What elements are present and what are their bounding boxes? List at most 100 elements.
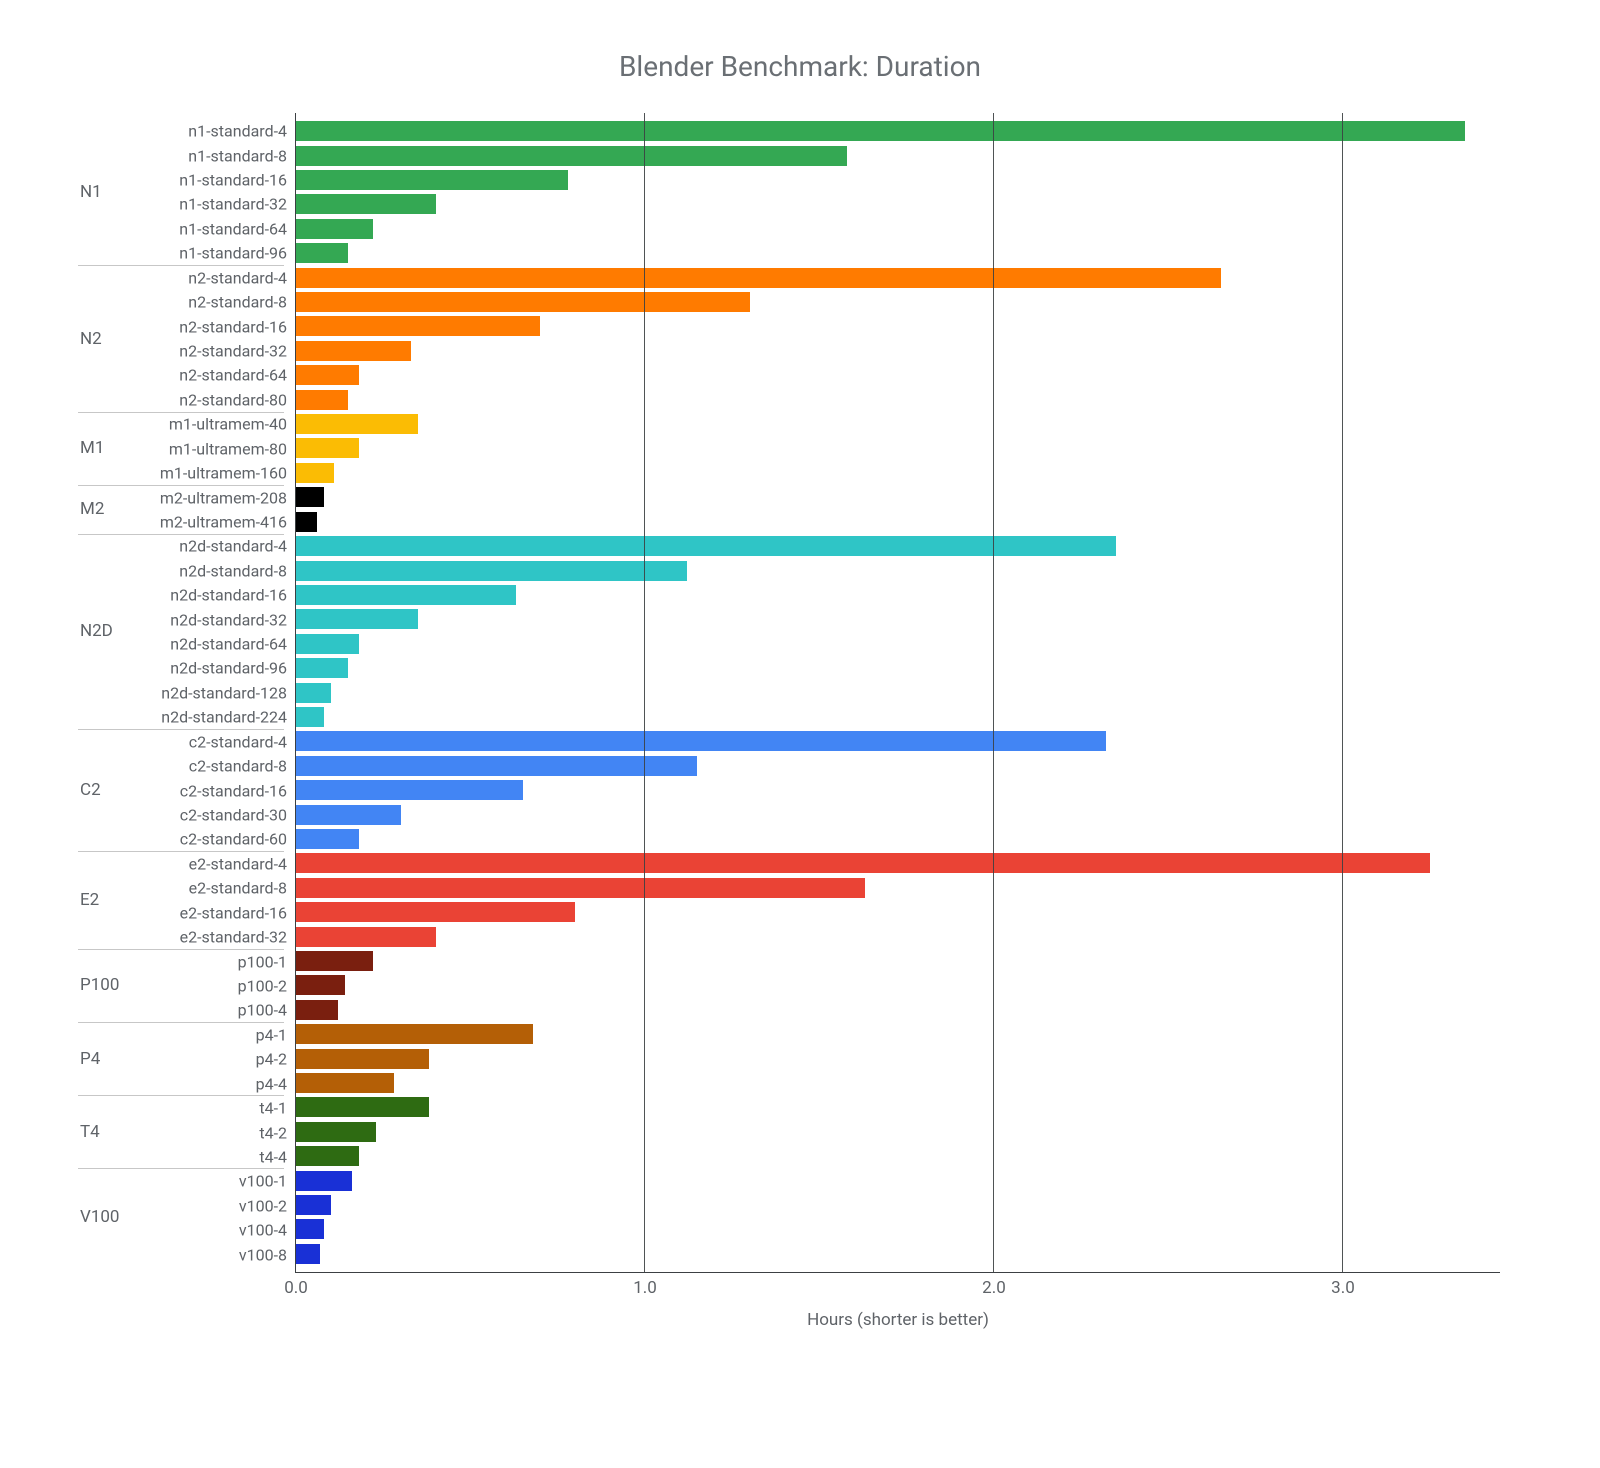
y-tick-label: m1-ultramem-80: [169, 439, 287, 458]
bar-row: [296, 998, 1500, 1022]
y-label-row: n2-standard-80: [60, 388, 295, 412]
y-label-row: p100-1: [60, 949, 295, 973]
bar: [296, 731, 1106, 751]
bar-row: [296, 1022, 1500, 1046]
y-label-row: v100-2: [60, 1194, 295, 1218]
bar-row: [296, 1120, 1500, 1144]
bar-row: [296, 1168, 1500, 1192]
bar-row: [296, 485, 1500, 509]
bar: [296, 390, 348, 410]
bar-row: [296, 1242, 1500, 1266]
y-label-row: c2-standard-16: [60, 778, 295, 802]
bar-row: [296, 534, 1500, 558]
bar: [296, 1244, 320, 1264]
bar-row: [296, 265, 1500, 289]
y-tick-label: n2d-standard-32: [170, 610, 287, 629]
bar: [296, 829, 359, 849]
bar-row: [296, 143, 1500, 167]
y-tick-label: n1-standard-4: [188, 122, 287, 141]
bar-row: [296, 217, 1500, 241]
y-label-row: c2-standard-60: [60, 827, 295, 851]
y-tick-label: t4-1: [259, 1099, 287, 1118]
bar: [296, 1097, 429, 1117]
y-tick-label: n1-standard-32: [179, 195, 287, 214]
bar-row: [296, 705, 1500, 729]
y-label-row: n1-standard-32: [60, 192, 295, 216]
bar-row: [296, 168, 1500, 192]
bar: [296, 975, 345, 995]
y-tick-label: n2-standard-80: [179, 390, 287, 409]
bar: [296, 170, 568, 190]
bar-row: [296, 1046, 1500, 1070]
bar: [296, 707, 324, 727]
y-label-row: v100-8: [60, 1242, 295, 1266]
bar-row: [296, 290, 1500, 314]
bar-row: [296, 1144, 1500, 1168]
bar-row: [296, 827, 1500, 851]
y-tick-label: n2d-standard-16: [170, 586, 287, 605]
bar-row: [296, 924, 1500, 948]
y-tick-label: p4-2: [256, 1050, 287, 1069]
bar: [296, 194, 436, 214]
y-label-row: c2-standard-8: [60, 754, 295, 778]
bar-row: [296, 802, 1500, 826]
bar-row: [296, 558, 1500, 582]
bar-row: [296, 1217, 1500, 1241]
bar-row: [296, 241, 1500, 265]
y-tick-label: p4-1: [256, 1025, 287, 1044]
gridline: [644, 113, 645, 1272]
y-label-row: t4-1: [60, 1096, 295, 1120]
bar: [296, 268, 1221, 288]
y-label-row: n1-standard-96: [60, 241, 295, 265]
bar-row: [296, 729, 1500, 753]
y-label-row: n2-standard-8: [60, 290, 295, 314]
bar-row: [296, 949, 1500, 973]
y-tick-label: e2-standard-8: [189, 879, 287, 898]
y-label-row: n2d-standard-128: [60, 681, 295, 705]
y-label-row: p4-4: [60, 1071, 295, 1095]
bar-row: [296, 607, 1500, 631]
bar-row: [296, 754, 1500, 778]
y-tick-label: p100-1: [238, 952, 287, 971]
y-label-row: n2d-standard-32: [60, 607, 295, 631]
bar-row: [296, 778, 1500, 802]
bar: [296, 463, 334, 483]
y-label-row: p100-2: [60, 974, 295, 998]
y-tick-label: e2-standard-16: [180, 903, 287, 922]
gridline: [993, 113, 994, 1272]
y-label-row: n2d-standard-64: [60, 632, 295, 656]
bar-row: [296, 900, 1500, 924]
x-tick-label: 1.0: [633, 1278, 657, 1298]
y-tick-label: p100-4: [238, 1001, 287, 1020]
y-label-row: p100-4: [60, 998, 295, 1022]
y-tick-label: n2-standard-16: [179, 317, 287, 336]
y-tick-label: n2-standard-64: [179, 366, 287, 385]
bar-row: [296, 680, 1500, 704]
x-axis-title: Hours (shorter is better): [807, 1310, 989, 1330]
y-label-row: m2-ultramem-208: [60, 485, 295, 509]
y-tick-label: n2d-standard-64: [170, 635, 287, 654]
y-label-row: m1-ultramem-40: [60, 412, 295, 436]
y-label-row: e2-standard-8: [60, 876, 295, 900]
plot-area: Hours (shorter is better) 0.01.02.03.0: [295, 113, 1500, 1273]
y-label-row: n1-standard-4: [60, 119, 295, 143]
y-tick-label: n1-standard-96: [179, 244, 287, 263]
bar: [296, 878, 865, 898]
bar: [296, 780, 523, 800]
y-tick-label: m2-ultramem-416: [160, 512, 287, 531]
y-tick-label: v100-8: [239, 1245, 287, 1264]
y-tick-label: p4-4: [256, 1074, 287, 1093]
bar-row: [296, 339, 1500, 363]
bar-row: [296, 583, 1500, 607]
bar: [296, 438, 359, 458]
y-tick-label: p100-2: [238, 976, 287, 995]
bar: [296, 219, 373, 239]
y-label-row: c2-standard-4: [60, 730, 295, 754]
y-label-row: n2d-standard-96: [60, 656, 295, 680]
y-tick-label: c2-standard-4: [189, 732, 287, 751]
bar: [296, 756, 697, 776]
y-tick-label: n2-standard-32: [179, 342, 287, 361]
y-label-row: v100-1: [60, 1169, 295, 1193]
bar: [296, 1171, 352, 1191]
bar: [296, 243, 348, 263]
